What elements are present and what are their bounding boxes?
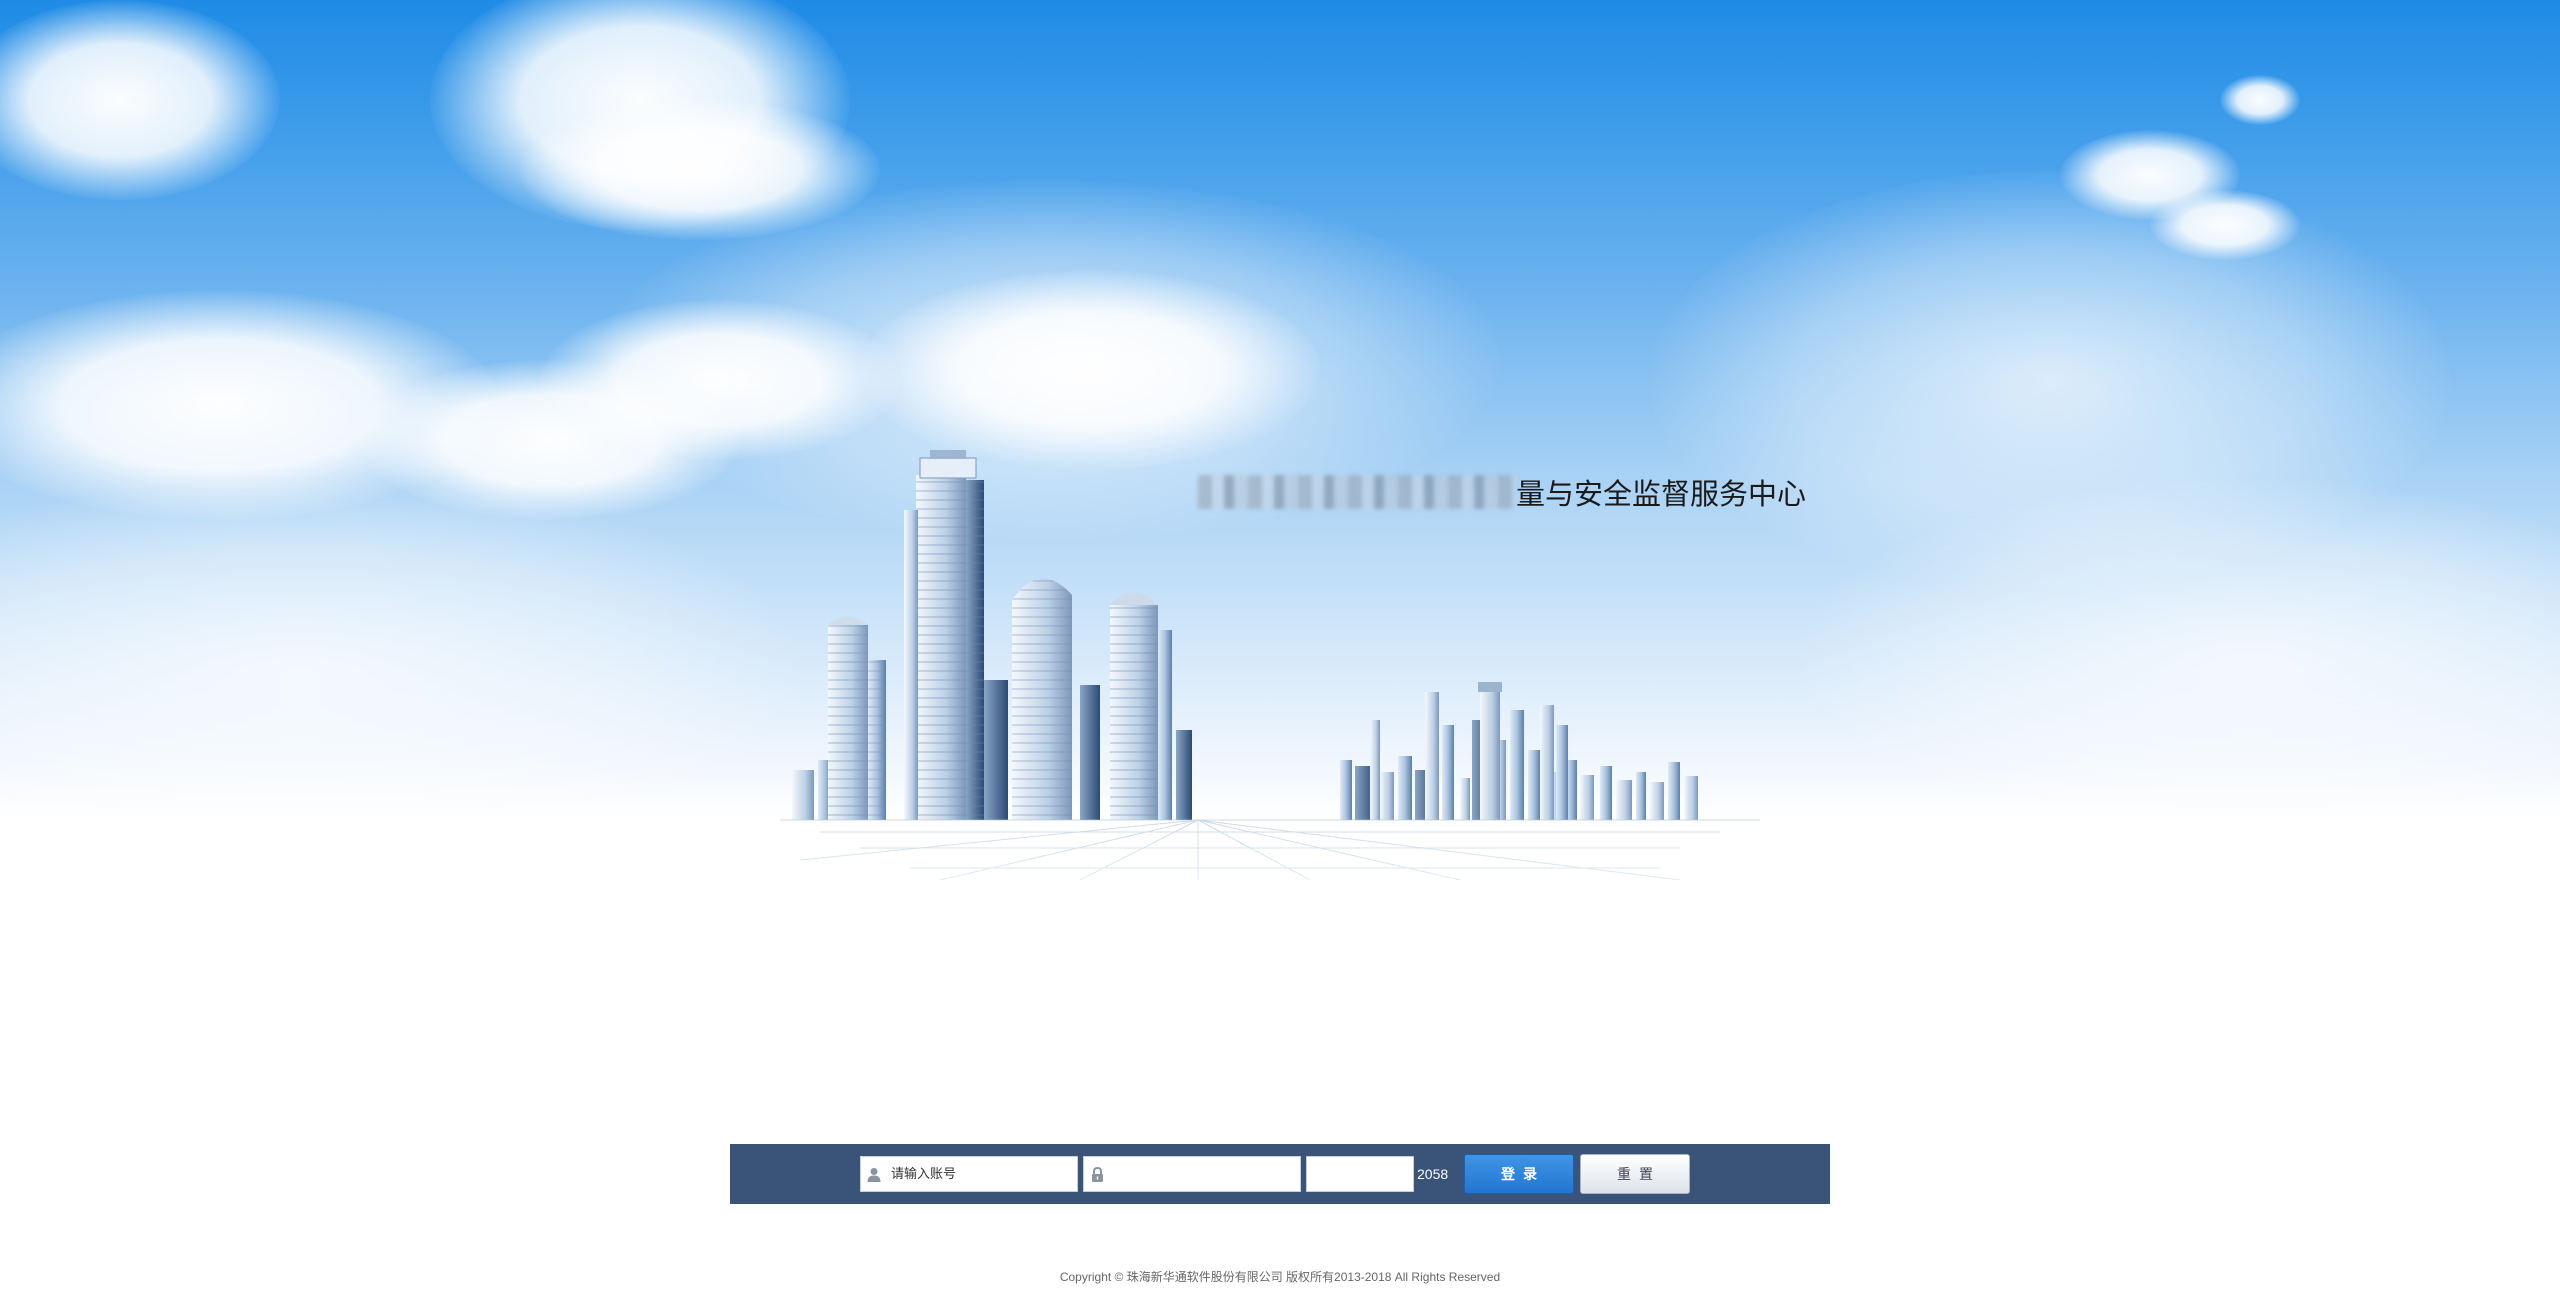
cloud-haze <box>0 480 800 860</box>
login-bar: 2058 登录 重置 <box>730 1144 1830 1204</box>
password-input[interactable] <box>1110 1157 1300 1191</box>
captcha-code[interactable]: 2058 <box>1417 1156 1448 1192</box>
login-page: 量与安全监督服务中心 2058 <box>0 0 2560 1305</box>
cloud <box>0 0 280 200</box>
reset-button[interactable]: 重置 <box>1580 1154 1690 1194</box>
copyright-text: Copyright © 珠海新华通软件股份有限公司 版权所有2013-2018 … <box>1059 1270 1501 1284</box>
title-obscured-region <box>1198 475 1516 509</box>
captcha-input[interactable] <box>1307 1157 1413 1191</box>
user-icon <box>861 1157 887 1191</box>
password-field[interactable] <box>1083 1156 1301 1192</box>
username-field[interactable] <box>860 1156 1078 1192</box>
username-input[interactable] <box>887 1157 1077 1191</box>
captcha-field[interactable] <box>1306 1156 1414 1192</box>
page-title: 量与安全监督服务中心 <box>1198 470 1806 514</box>
cloud <box>2220 75 2300 125</box>
lock-icon <box>1084 1157 1110 1191</box>
page-title-text: 量与安全监督服务中心 <box>1516 477 1807 511</box>
login-button[interactable]: 登录 <box>1464 1154 1574 1194</box>
